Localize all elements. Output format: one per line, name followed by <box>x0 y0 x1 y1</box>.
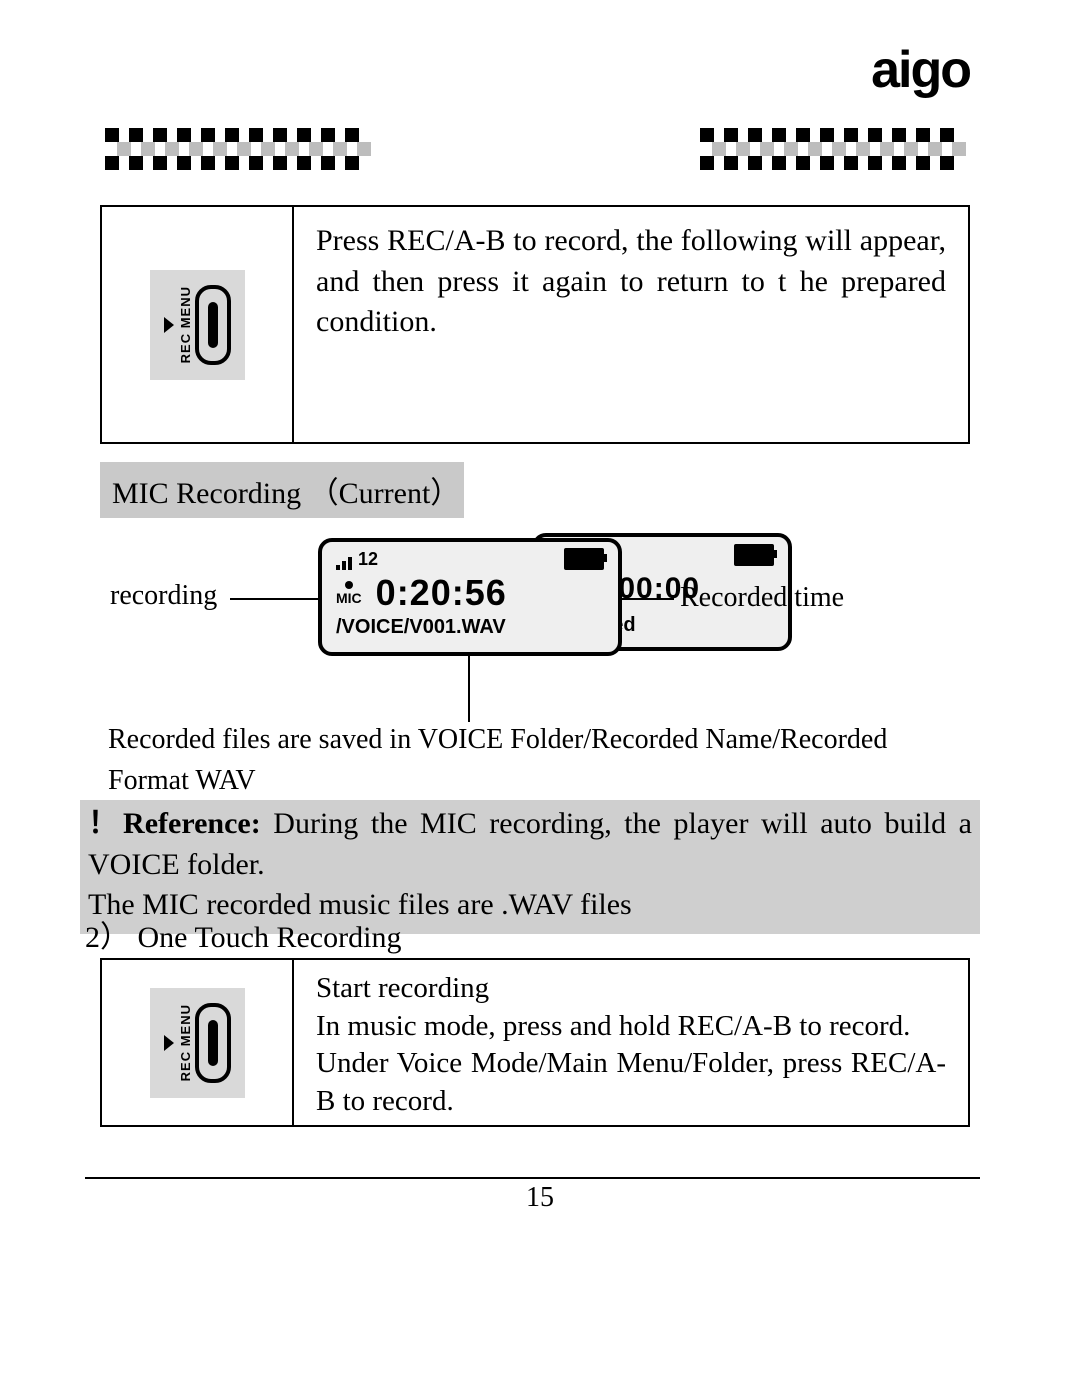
timer-display: 0:20:56 <box>376 572 507 614</box>
page-number: 15 <box>0 1182 1080 1214</box>
lcd-screen-recording: 12 MIC 0:20:56 /VOICE/V001.WAV <box>318 538 622 656</box>
rec-menu-label: REC MENU <box>178 286 193 363</box>
decorative-pattern-left <box>105 128 375 170</box>
section-2-heading: 2） One Touch Recording <box>85 912 401 956</box>
saved-description: Recorded files are saved in VOICE Folder… <box>108 720 970 801</box>
button-oval-icon <box>195 285 231 365</box>
callout-line <box>620 598 674 600</box>
play-arrow-icon <box>164 1035 174 1051</box>
instruction-table-1: REC MENU Press REC/A-B to record, the fo… <box>100 205 970 444</box>
instruction-text-cell: Press REC/A-B to record, the following w… <box>294 207 968 442</box>
instruction-text: Press REC/A-B to record, the following w… <box>316 224 946 338</box>
footer-rule <box>85 1177 980 1179</box>
annotation-recorded-time: Recorded time <box>680 582 844 614</box>
reference-label: ！Reference: <box>88 807 261 840</box>
button-illustration-cell: REC MENU <box>102 207 294 442</box>
instruction-table-2: REC MENU Start recording In music mode, … <box>100 958 970 1127</box>
rec-menu-button-illustration: REC MENU <box>150 988 245 1098</box>
button-oval-icon <box>195 1003 231 1083</box>
annotation-recording: recording <box>110 580 217 612</box>
battery-icon <box>564 548 604 570</box>
mic-indicator: MIC <box>336 581 362 605</box>
mic-recording-heading: MIC Recording （Current） <box>100 462 464 518</box>
button-illustration-cell: REC MENU <box>102 960 294 1125</box>
callout-line <box>230 598 320 600</box>
track-number: 12 <box>358 549 378 570</box>
battery-icon <box>734 544 774 566</box>
filepath-text: /VOICE/V001.WAV <box>336 616 604 639</box>
callout-line <box>468 656 470 722</box>
rec-menu-button-illustration: REC MENU <box>150 270 245 380</box>
manual-page: aigo REC MENU Press REC/A-B to record, t… <box>0 0 1080 1379</box>
instruction-text-2: Start recording In music mode, press and… <box>294 960 968 1125</box>
decorative-pattern-right <box>700 128 970 170</box>
play-arrow-icon <box>164 317 174 333</box>
brand-logo: aigo <box>871 40 970 100</box>
signal-icon <box>336 557 352 570</box>
rec-menu-label: REC MENU <box>178 1004 193 1081</box>
